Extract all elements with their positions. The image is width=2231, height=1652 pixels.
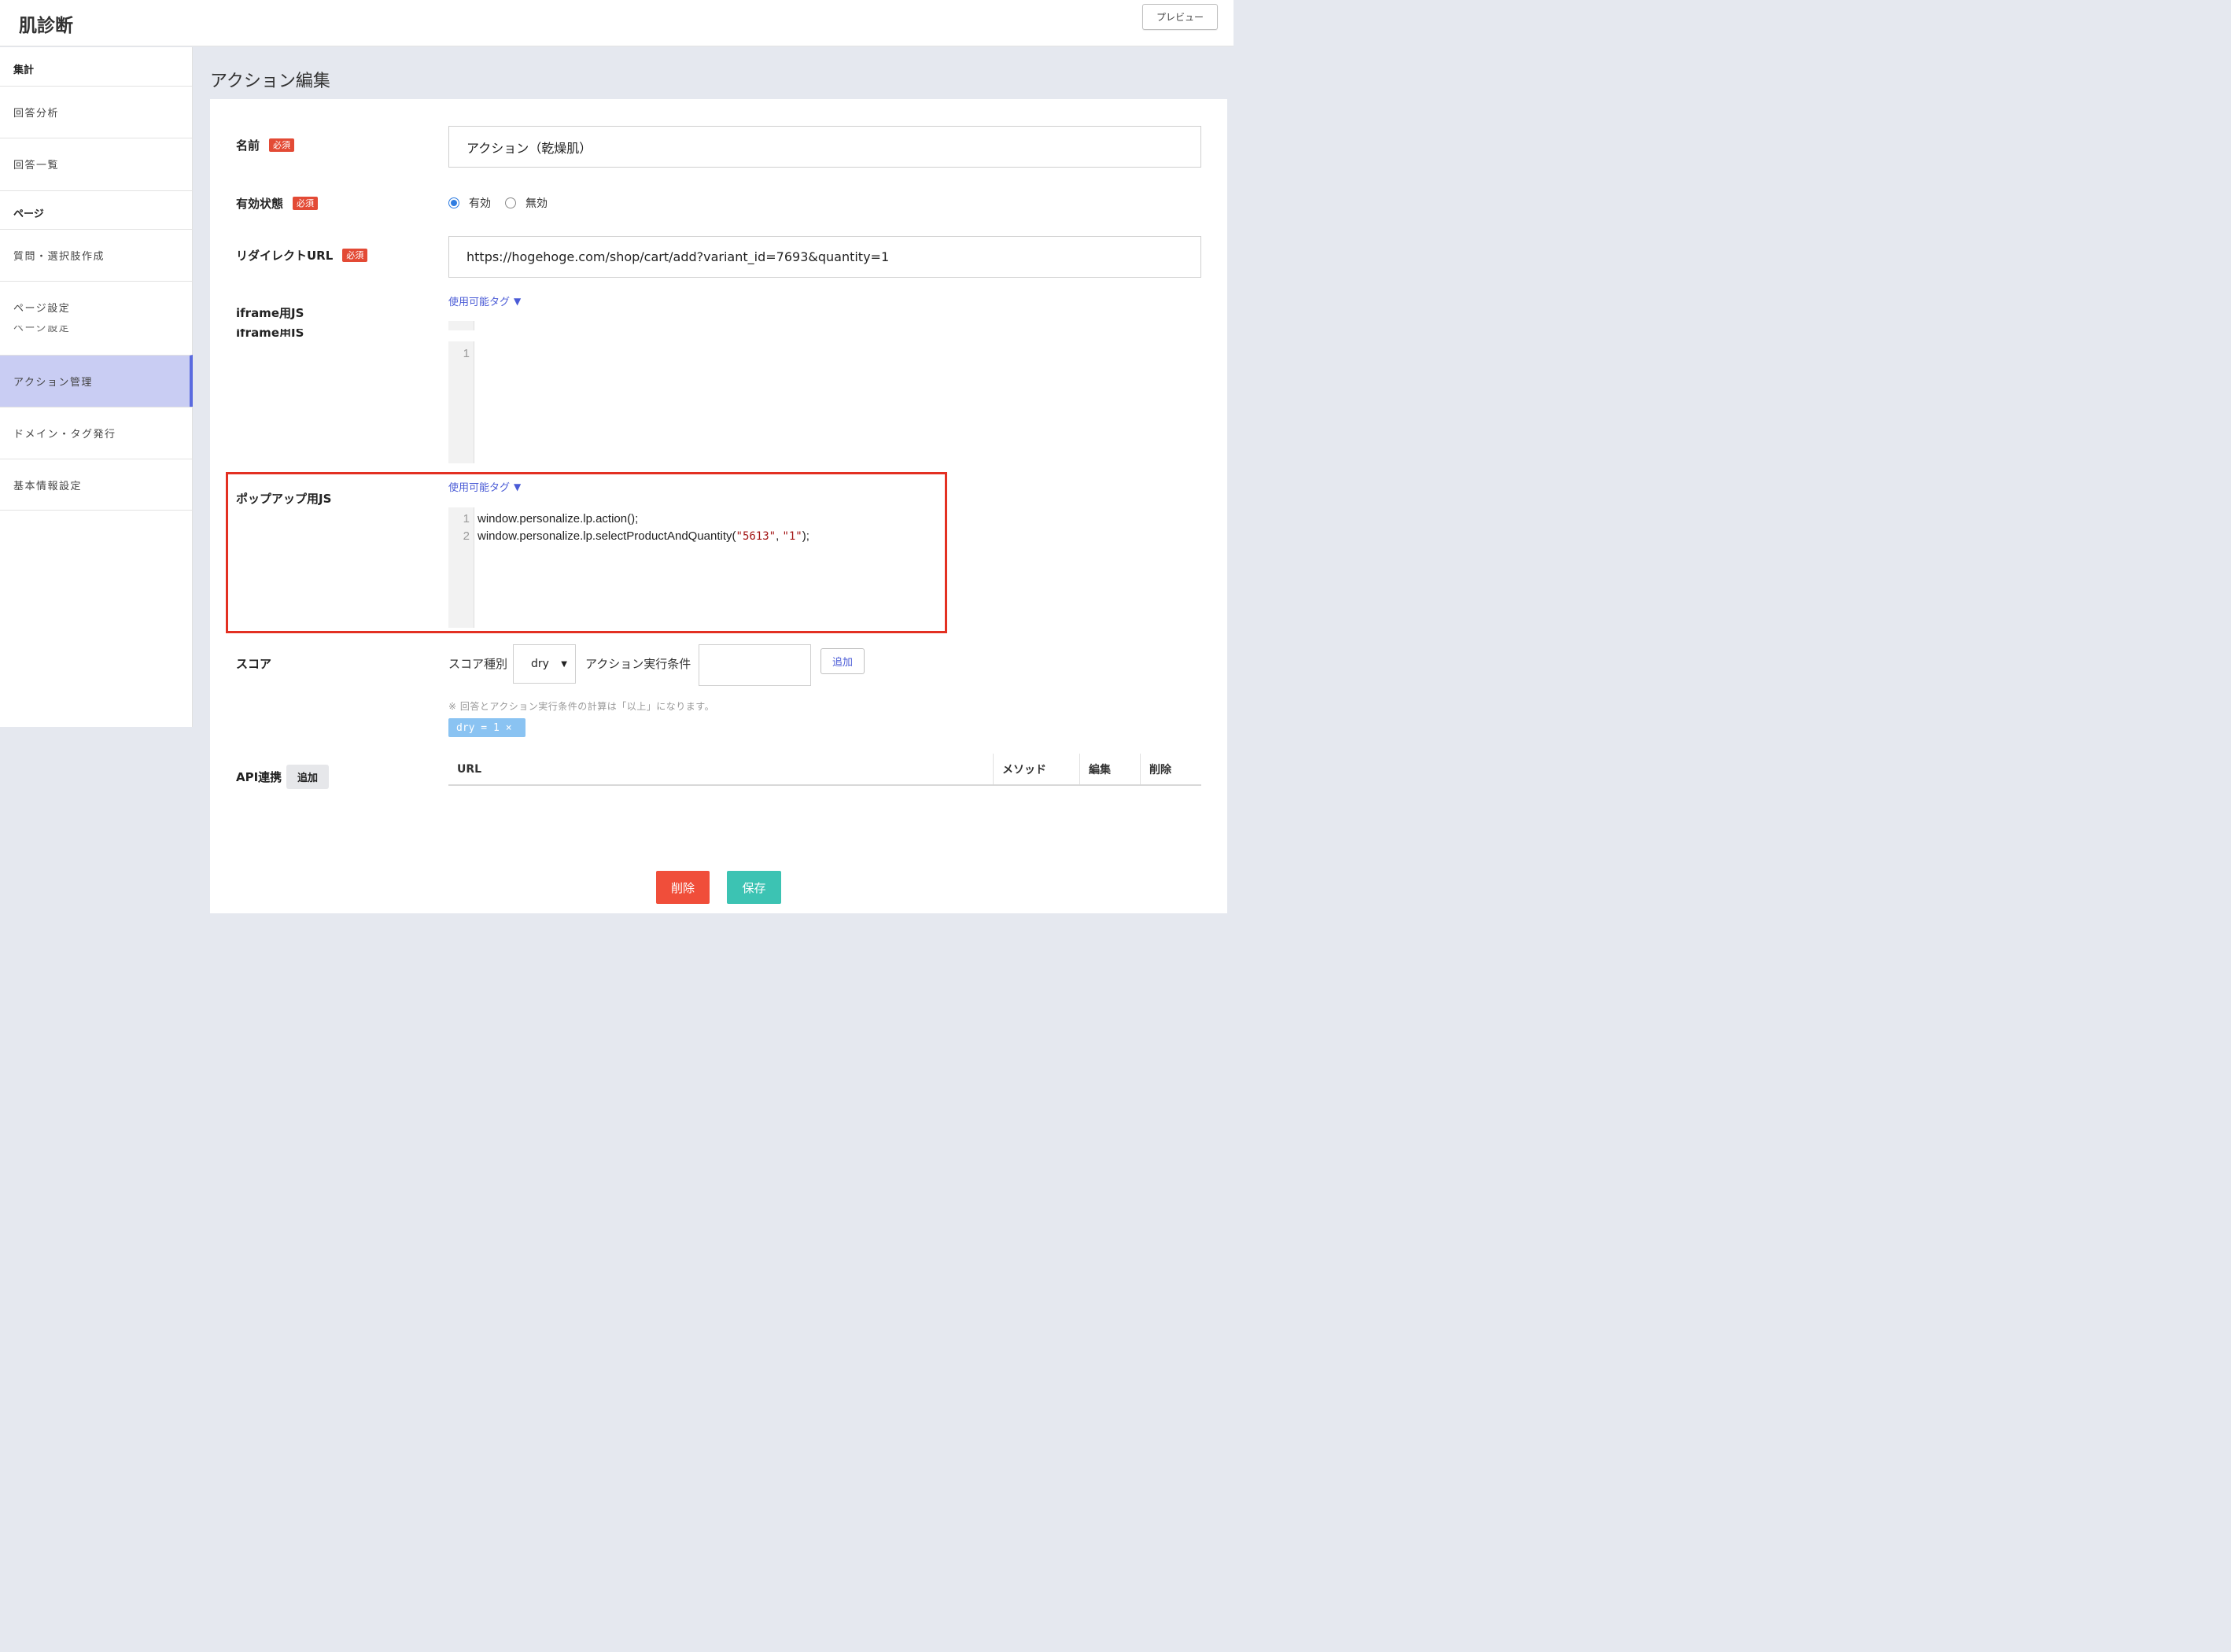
sidebar: 集計 回答分析 回答一覧 ページ 質問・選択肢作成 ページ設定 ページ設定 アク… xyxy=(0,47,193,727)
iframe-js-label-text: iframe用JS xyxy=(236,306,304,320)
iframe-js-editor[interactable] xyxy=(475,341,947,463)
sidebar-item-answer-analysis[interactable]: 回答分析 xyxy=(0,86,193,138)
line-number: 2 xyxy=(463,529,470,543)
required-badge: 必須 xyxy=(293,197,319,210)
code-text: ); xyxy=(802,529,809,543)
table-header-delete: 削除 xyxy=(1140,754,1201,785)
sidebar-section-page: ページ xyxy=(0,190,193,230)
triangle-down-icon: ▼ xyxy=(514,481,522,492)
sidebar-item-label: 回答分析 xyxy=(13,108,60,120)
sidebar-item-question-create[interactable]: 質問・選択肢作成 xyxy=(0,229,193,281)
sidebar-item-label: 基本情報設定 xyxy=(13,480,83,492)
sidebar-item-label: 質問・選択肢作成 xyxy=(13,251,105,263)
popup-tags-link[interactable]: 使用可能タグ ▼ xyxy=(448,479,522,495)
sidebar-item-answer-list[interactable]: 回答一覧 xyxy=(0,138,193,190)
sidebar-item-domain-tag[interactable]: ドメイン・タグ発行 xyxy=(0,407,193,459)
status-disabled-radio[interactable] xyxy=(505,197,516,208)
redirect-label: リダイレクトURL 必須 xyxy=(236,247,368,264)
app-header: 肌診断 プレビュー xyxy=(0,0,1234,46)
sidebar-item-basic-info[interactable]: 基本情報設定 xyxy=(0,459,193,511)
condition-label: アクション実行条件 xyxy=(585,657,691,671)
line-number: 1 xyxy=(463,347,470,360)
save-button[interactable]: 保存 xyxy=(727,871,781,904)
score-type-select[interactable]: dry ▼ xyxy=(513,644,576,684)
sidebar-ghost-text: ページ設定 xyxy=(13,326,71,333)
sidebar-item-label: 回答一覧 xyxy=(13,160,60,171)
name-label-text: 名前 xyxy=(236,138,260,153)
app-title: 肌診断 xyxy=(19,16,73,36)
score-label: スコア xyxy=(236,655,271,672)
sidebar-item-label: ページ設定 xyxy=(13,303,71,315)
iframe-js-label-ghost-text: iframe用JS xyxy=(236,329,304,337)
tags-link-text[interactable]: 使用可能タグ xyxy=(448,479,510,494)
status-disabled-label[interactable]: 無効 xyxy=(525,195,548,211)
table-header-url: URL xyxy=(457,763,482,776)
triangle-down-icon: ▼ xyxy=(514,295,522,307)
close-icon[interactable]: × xyxy=(506,722,512,734)
add-score-button[interactable]: 追加 xyxy=(820,648,865,674)
page-title: アクション編集 xyxy=(210,72,330,91)
redirect-url-input[interactable]: https://hogehoge.com/shop/cart/add?varia… xyxy=(448,236,1201,278)
line-number: 1 xyxy=(463,512,470,525)
required-badge: 必須 xyxy=(342,249,368,262)
status-label-text: 有効状態 xyxy=(236,197,284,211)
delete-button[interactable]: 削除 xyxy=(656,871,710,904)
code-string: "1" xyxy=(782,530,802,543)
iframe-tags-link[interactable]: 使用可能タグ ▼ xyxy=(448,293,522,309)
popup-js-label-text: ポップアップ用JS xyxy=(236,492,332,506)
name-input[interactable]: アクション（乾燥肌） xyxy=(448,126,1201,168)
popup-js-label: ポップアップ用JS xyxy=(236,490,331,507)
condition-input[interactable] xyxy=(699,644,811,686)
required-badge: 必須 xyxy=(269,138,295,152)
preview-button[interactable]: プレビュー xyxy=(1142,4,1218,30)
code-text: window.personalize.lp.selectProductAndQu… xyxy=(478,529,736,543)
table-header-divider xyxy=(448,784,1201,786)
tags-link-text[interactable]: 使用可能タグ xyxy=(448,293,510,308)
status-label: 有効状態 必須 xyxy=(236,195,319,212)
status-enabled-radio[interactable] xyxy=(448,197,459,208)
status-enabled-label[interactable]: 有効 xyxy=(469,195,491,211)
score-chip: dry = 1 × xyxy=(448,718,525,737)
iframe-editor-gutter-top xyxy=(448,321,474,330)
name-label: 名前 必須 xyxy=(236,137,295,153)
score-chip-text: dry = 1 xyxy=(456,721,500,734)
api-label-text: API連携 xyxy=(236,770,282,784)
sidebar-item-label: アクション管理 xyxy=(13,377,93,389)
redirect-label-text: リダイレクトURL xyxy=(236,249,334,263)
iframe-js-label: iframe用JS xyxy=(236,304,304,321)
status-radio-group: 有効 無効 xyxy=(448,195,548,211)
sidebar-item-action-manage[interactable]: アクション管理 xyxy=(0,355,193,407)
caret-down-icon: ▼ xyxy=(561,659,567,669)
popup-js-highlight-box xyxy=(226,472,947,633)
code-string: "5613" xyxy=(736,530,776,543)
sidebar-item-label: ドメイン・タグ発行 xyxy=(13,429,116,441)
score-type-value: dry xyxy=(531,658,549,670)
api-label: API連携 xyxy=(236,769,282,785)
sidebar-section-aggregate: 集計 xyxy=(13,65,35,76)
score-note: ※ 回答とアクション実行条件の計算は「以上」になります。 xyxy=(448,701,715,712)
popup-code-line-2[interactable]: window.personalize.lp.selectProductAndQu… xyxy=(478,529,809,543)
iframe-js-label-ghost: iframe用JS xyxy=(236,329,304,337)
table-header-method: メソッド xyxy=(993,754,1079,785)
api-add-button[interactable]: 追加 xyxy=(286,765,329,789)
popup-code-line-1[interactable]: window.personalize.lp.action(); xyxy=(478,512,638,525)
table-header-edit: 編集 xyxy=(1079,754,1140,785)
score-label-text: スコア xyxy=(236,657,272,671)
score-type-label: スコア種別 xyxy=(448,657,508,671)
